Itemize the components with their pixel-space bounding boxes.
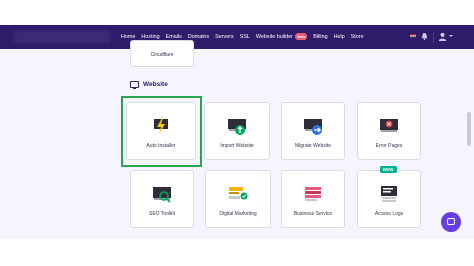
highlight-box — [121, 96, 202, 167]
new-badge: NEW — [380, 166, 397, 173]
migrate-icon — [304, 119, 322, 135]
chat-bubble-icon — [447, 218, 455, 225]
marketing-icon — [229, 187, 248, 200]
chat-button[interactable] — [441, 212, 461, 232]
chevron-down-icon[interactable] — [449, 35, 453, 37]
nav-website-builder[interactable]: Website builder New — [255, 33, 308, 41]
monitor-icon — [130, 81, 139, 89]
card-label: Import Website — [220, 143, 254, 149]
nav-billing[interactable]: Billing — [313, 34, 327, 40]
import-icon — [228, 119, 246, 135]
nav-ssl[interactable]: SSL — [240, 34, 250, 40]
card-label: Business Service — [293, 211, 333, 217]
card-cloudflare[interactable]: Cloudflare — [130, 40, 194, 67]
card-access-logs[interactable]: Access Logs — [357, 170, 421, 228]
top-navbar: Home Hosting Emails Domains Servers SSL … — [0, 25, 474, 49]
bell-icon[interactable] — [421, 32, 428, 41]
page-bottom — [0, 239, 474, 266]
card-label: Error Pages — [375, 143, 403, 149]
language-flag-icon[interactable] — [410, 34, 416, 38]
card-label: Cloudflare — [150, 52, 174, 58]
section-header: Website — [130, 81, 168, 89]
card-label: Digital Marketing — [219, 211, 257, 217]
card-label: SEO Toolkit — [148, 211, 176, 217]
error-icon — [380, 119, 398, 132]
section-title: Website — [143, 81, 168, 88]
seo-icon — [153, 187, 171, 203]
scrollbar[interactable] — [467, 112, 471, 146]
viewport: Home Hosting Emails Domains Servers SSL … — [0, 0, 474, 266]
card-label: Migrate Website — [294, 143, 332, 149]
card-label: Access Logs — [374, 211, 404, 217]
logo[interactable] — [14, 30, 110, 43]
card-business-service[interactable]: Business Service — [281, 170, 345, 228]
navbar-divider — [433, 31, 434, 43]
nav-store[interactable]: Store — [351, 34, 364, 40]
card-migrate-website[interactable]: Migrate Website — [281, 102, 345, 160]
card-seo-toolkit[interactable]: SEO Toolkit — [130, 170, 194, 228]
new-badge: New — [294, 33, 308, 41]
card-digital-marketing[interactable]: Digital Marketing — [205, 170, 271, 228]
nav-help[interactable]: Help — [334, 34, 345, 40]
logs-icon — [381, 186, 397, 202]
user-avatar-icon[interactable] — [438, 32, 447, 41]
nav-website-builder-label: Website builder — [255, 34, 293, 40]
business-icon — [305, 187, 321, 201]
card-error-pages[interactable]: Error Pages — [357, 102, 421, 160]
nav-servers[interactable]: Servers — [215, 34, 234, 40]
card-import-website[interactable]: Import Website — [204, 102, 270, 160]
